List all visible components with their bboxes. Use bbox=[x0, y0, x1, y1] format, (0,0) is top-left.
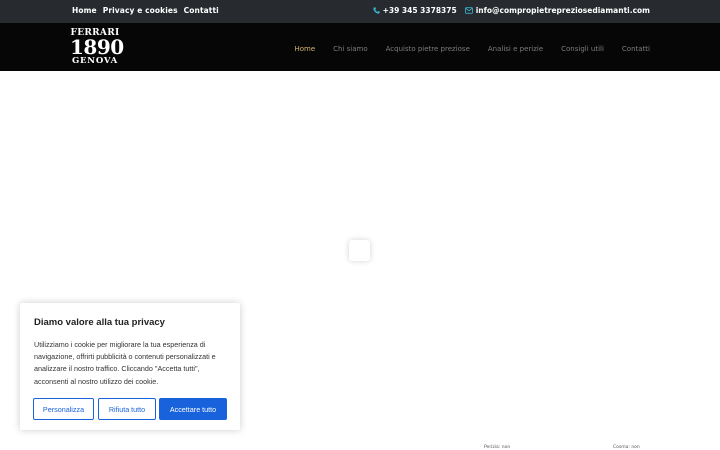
top-contact: +39 345 3378375 info@compropietreprezios… bbox=[372, 6, 650, 15]
nav-home[interactable]: Home bbox=[294, 45, 315, 53]
logo-line-2: 1890 bbox=[70, 35, 124, 59]
cookie-title: Diamo valore alla tua privacy bbox=[34, 317, 165, 328]
accept-all-button[interactable]: Accettare tutto bbox=[159, 398, 227, 420]
nav-analisi-e-perizie[interactable]: Analisi e perizie bbox=[488, 45, 543, 53]
footer-label-left: Perizia: non bbox=[484, 445, 511, 450]
nav-consigli-utili[interactable]: Consigli utili bbox=[561, 45, 604, 53]
top-link-home[interactable]: Home bbox=[72, 6, 97, 15]
logo-line-3: GENOVA bbox=[71, 56, 119, 66]
phone-number: +39 345 3378375 bbox=[382, 6, 457, 15]
nav-contatti[interactable]: Contatti bbox=[622, 45, 650, 53]
logo[interactable]: FERRARI 1890 GENOVA bbox=[70, 29, 124, 67]
envelope-icon bbox=[464, 7, 473, 14]
phone-icon bbox=[372, 7, 380, 14]
cookie-consent-dialog: Diamo valore alla tua privacy Utilizziam… bbox=[20, 303, 240, 430]
loading-spinner bbox=[349, 240, 370, 261]
customize-button[interactable]: Personalizza bbox=[33, 398, 94, 420]
top-bar: Home Privacy e cookies Contatti +39 345 … bbox=[0, 0, 720, 23]
email-contact[interactable]: info@compropietrepreziosediamanti.com bbox=[464, 6, 650, 15]
top-link-contatti[interactable]: Contatti bbox=[184, 6, 219, 15]
reject-all-button[interactable]: Rifiuta tutto bbox=[98, 398, 156, 420]
main-header: FERRARI 1890 GENOVA Home Chi siamo Acqui… bbox=[0, 23, 720, 71]
top-link-privacy[interactable]: Privacy e cookies bbox=[103, 6, 178, 15]
nav-acquisto-pietre-preziose[interactable]: Acquisto pietre preziose bbox=[386, 45, 470, 53]
email-address: info@compropietrepreziosediamanti.com bbox=[475, 6, 650, 15]
main-nav: Home Chi siamo Acquisto pietre preziose … bbox=[294, 45, 650, 53]
phone-contact[interactable]: +39 345 3378375 bbox=[372, 6, 457, 15]
footer-label-right: Cosma: non bbox=[613, 445, 640, 450]
cookie-description: Utilizziamo i cookie per migliorare la t… bbox=[34, 340, 216, 386]
nav-chi-siamo[interactable]: Chi siamo bbox=[333, 45, 367, 53]
top-links: Home Privacy e cookies Contatti bbox=[72, 6, 219, 15]
